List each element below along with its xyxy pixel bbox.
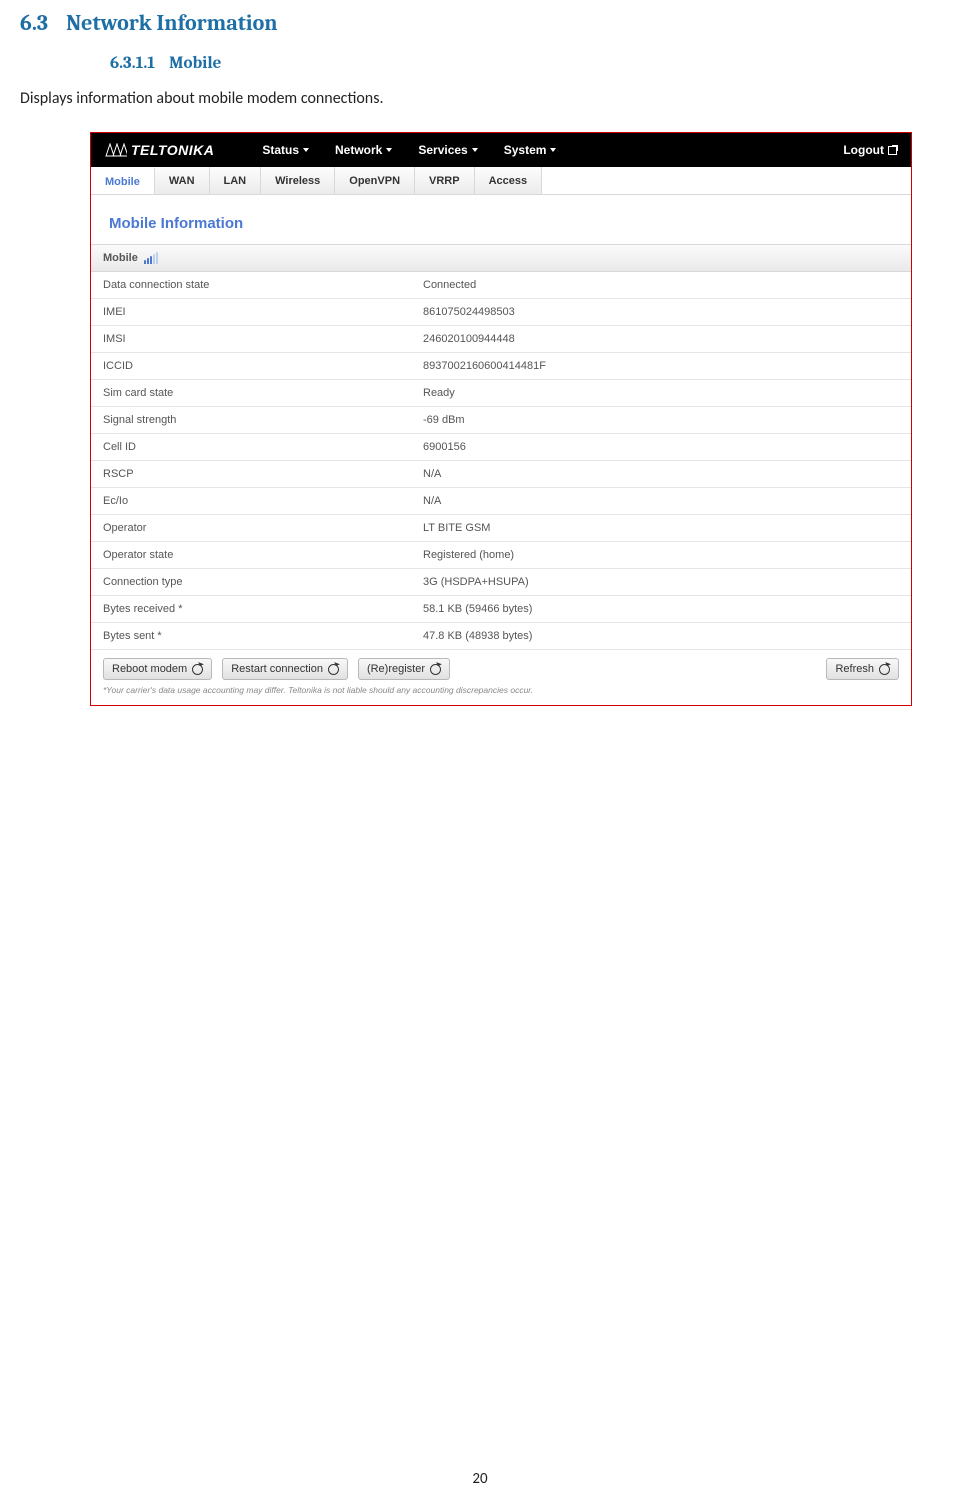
menu-network-label: Network — [335, 143, 382, 157]
menu-status-label: Status — [262, 143, 299, 157]
row-label: IMEI — [103, 306, 423, 318]
info-table: Data connection stateConnected IMEI86107… — [91, 272, 911, 650]
row-label: IMSI — [103, 333, 423, 345]
row-label: Data connection state — [103, 279, 423, 291]
tab-lan[interactable]: LAN — [210, 167, 262, 194]
row-value: Connected — [423, 279, 476, 291]
section-title-text: Network Information — [66, 10, 277, 36]
disclaimer-footnote: *Your carrier's data usage accounting ma… — [91, 685, 911, 705]
chevron-down-icon — [472, 148, 478, 152]
row-label: Ec/Io — [103, 495, 423, 507]
logout-link[interactable]: Logout — [843, 143, 897, 157]
reboot-modem-button[interactable]: Reboot modem — [103, 658, 212, 680]
subsection-title-text: Mobile — [169, 54, 221, 73]
row-label: RSCP — [103, 468, 423, 480]
row-value: LT BITE GSM — [423, 522, 490, 534]
row-value: Registered (home) — [423, 549, 514, 561]
brand-text: TELTONIKA — [131, 142, 214, 158]
top-menu-group: Status Network Services System — [262, 143, 556, 157]
teltonika-logo-icon — [105, 143, 127, 157]
sub-tabs: Mobile WAN LAN Wireless OpenVPN VRRP Acc… — [91, 167, 911, 195]
row-value: 861075024498503 — [423, 306, 515, 318]
table-row: IMSI246020100944448 — [91, 326, 911, 353]
refresh-icon — [879, 664, 890, 675]
reboot-modem-label: Reboot modem — [112, 663, 187, 675]
menu-system-label: System — [504, 143, 547, 157]
subsection-number: 6.3.1.1 — [110, 54, 155, 73]
row-value: N/A — [423, 495, 441, 507]
row-label: Operator state — [103, 549, 423, 561]
chevron-down-icon — [550, 148, 556, 152]
tab-openvpn[interactable]: OpenVPN — [335, 167, 415, 194]
restart-connection-button[interactable]: Restart connection — [222, 658, 348, 680]
logout-label: Logout — [843, 143, 884, 157]
refresh-icon — [430, 664, 441, 675]
brand-logo: TELTONIKA — [105, 142, 214, 158]
refresh-icon — [192, 664, 203, 675]
table-row: RSCPN/A — [91, 461, 911, 488]
page-number: 20 — [0, 1470, 960, 1488]
tab-vrrp[interactable]: VRRP — [415, 167, 475, 194]
page-title: Mobile Information — [91, 195, 911, 244]
row-label: Bytes sent * — [103, 630, 423, 642]
row-label: Cell ID — [103, 441, 423, 453]
tab-wan[interactable]: WAN — [155, 167, 210, 194]
row-value: 8937002160600414481F — [423, 360, 546, 372]
row-value: 47.8 KB (48938 bytes) — [423, 630, 532, 642]
tab-mobile[interactable]: Mobile — [91, 167, 155, 194]
row-label: Operator — [103, 522, 423, 534]
table-row: OperatorLT BITE GSM — [91, 515, 911, 542]
panel-header-label: Mobile — [103, 252, 138, 264]
router-ui-screenshot: TELTONIKA Status Network Services System… — [90, 132, 912, 706]
chevron-down-icon — [303, 148, 309, 152]
table-row: Signal strength-69 dBm — [91, 407, 911, 434]
refresh-icon — [328, 664, 339, 675]
row-label: Connection type — [103, 576, 423, 588]
row-value: 58.1 KB (59466 bytes) — [423, 603, 532, 615]
menu-network[interactable]: Network — [335, 143, 392, 157]
intro-paragraph: Displays information about mobile modem … — [20, 89, 940, 108]
menu-services[interactable]: Services — [418, 143, 477, 157]
restart-connection-label: Restart connection — [231, 663, 323, 675]
row-value: Ready — [423, 387, 455, 399]
menu-services-label: Services — [418, 143, 467, 157]
table-row: Data connection stateConnected — [91, 272, 911, 299]
row-value: 6900156 — [423, 441, 466, 453]
table-row: Connection type3G (HSDPA+HSUPA) — [91, 569, 911, 596]
logout-icon — [888, 146, 897, 155]
subsection-heading: 6.3.1.1 Mobile — [110, 54, 940, 73]
chevron-down-icon — [386, 148, 392, 152]
button-bar: Reboot modem Restart connection (Re)regi… — [91, 650, 911, 685]
row-label: ICCID — [103, 360, 423, 372]
signal-strength-icon — [144, 252, 160, 264]
panel-header: Mobile — [91, 244, 911, 272]
row-value: 3G (HSDPA+HSUPA) — [423, 576, 529, 588]
table-row: Ec/IoN/A — [91, 488, 911, 515]
table-row: ICCID8937002160600414481F — [91, 353, 911, 380]
refresh-button[interactable]: Refresh — [826, 658, 899, 680]
tab-wireless[interactable]: Wireless — [261, 167, 335, 194]
table-row: Bytes sent *47.8 KB (48938 bytes) — [91, 623, 911, 650]
row-value: N/A — [423, 468, 441, 480]
row-label: Signal strength — [103, 414, 423, 426]
refresh-label: Refresh — [835, 663, 874, 675]
table-row: Sim card stateReady — [91, 380, 911, 407]
reregister-label: (Re)register — [367, 663, 425, 675]
row-label: Bytes received * — [103, 603, 423, 615]
menu-system[interactable]: System — [504, 143, 557, 157]
row-label: Sim card state — [103, 387, 423, 399]
top-navbar: TELTONIKA Status Network Services System… — [91, 133, 911, 167]
table-row: Bytes received *58.1 KB (59466 bytes) — [91, 596, 911, 623]
table-row: Operator stateRegistered (home) — [91, 542, 911, 569]
section-heading: 6.3 Network Information — [20, 10, 940, 36]
row-value: 246020100944448 — [423, 333, 515, 345]
tab-access[interactable]: Access — [475, 167, 543, 194]
table-row: Cell ID6900156 — [91, 434, 911, 461]
table-row: IMEI861075024498503 — [91, 299, 911, 326]
menu-status[interactable]: Status — [262, 143, 309, 157]
section-number: 6.3 — [20, 10, 48, 36]
reregister-button[interactable]: (Re)register — [358, 658, 450, 680]
row-value: -69 dBm — [423, 414, 465, 426]
